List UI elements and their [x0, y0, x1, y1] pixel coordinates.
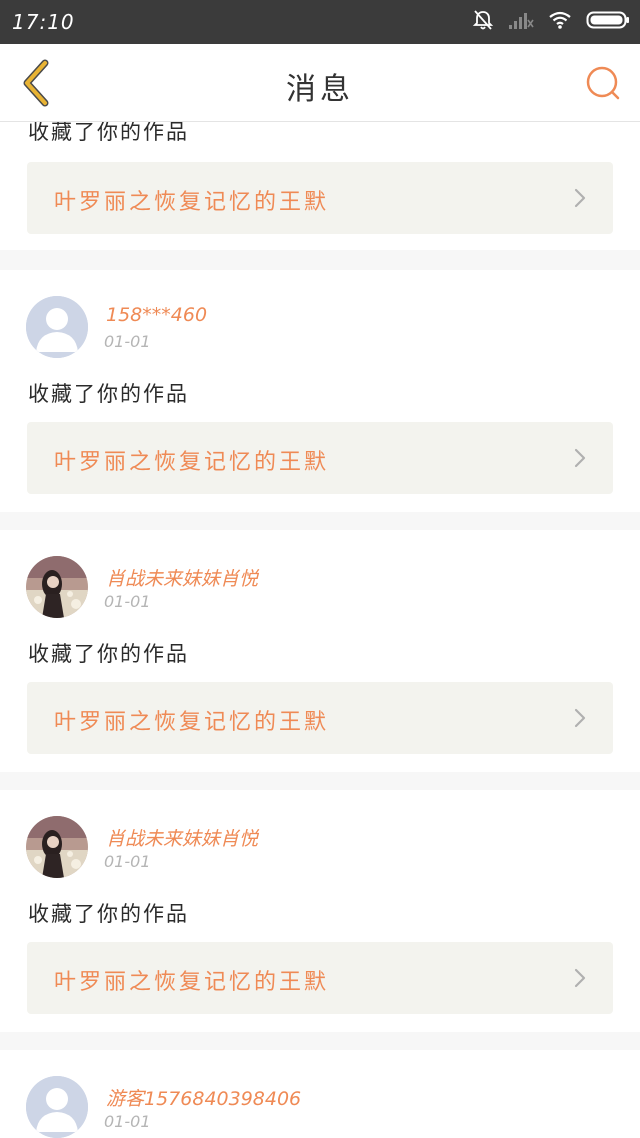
message-date: 01-01 — [104, 592, 151, 611]
status-bar: 17:10 — [0, 0, 640, 44]
default-avatar-icon — [26, 1076, 88, 1138]
message-action-text: 收藏了你的作品 — [28, 382, 189, 406]
user-name[interactable]: 肖战未来妹妹肖悦 — [106, 824, 258, 851]
work-title: 叶罗丽之恢复记忆的王默 — [54, 710, 330, 735]
message-card: 肖战未来妹妹肖悦 01-01 收藏了你的作品 叶罗丽之恢复记忆的王默 — [0, 790, 640, 1032]
message-card: 游客1576840398406 01-01 — [0, 1050, 640, 1138]
bell-muted-icon — [472, 9, 494, 35]
message-list[interactable]: 收藏了你的作品 叶罗丽之恢复记忆的王默 158***460 01-01 收藏了你… — [0, 122, 640, 1138]
message-card: 肖战未来妹妹肖悦 01-01 收藏了你的作品 叶罗丽之恢复记忆的王默 — [0, 530, 640, 772]
avatar[interactable] — [26, 556, 88, 618]
message-card: 收藏了你的作品 叶罗丽之恢复记忆的王默 — [0, 122, 640, 250]
work-link[interactable]: 叶罗丽之恢复记忆的王默 — [27, 942, 613, 1014]
chevron-right-icon — [574, 188, 586, 208]
status-icons — [472, 8, 630, 36]
page-title: 消息 — [286, 72, 354, 107]
user-name[interactable]: 肖战未来妹妹肖悦 — [106, 564, 258, 591]
message-card: 158***460 01-01 收藏了你的作品 叶罗丽之恢复记忆的王默 — [0, 270, 640, 512]
avatar[interactable] — [26, 296, 88, 358]
work-title: 叶罗丽之恢复记忆的王默 — [54, 450, 330, 475]
user-name[interactable]: 158***460 — [106, 304, 207, 326]
battery-icon — [586, 10, 630, 34]
work-title: 叶罗丽之恢复记忆的王默 — [54, 190, 330, 215]
message-date: 01-01 — [104, 332, 151, 351]
work-link[interactable]: 叶罗丽之恢复记忆的王默 — [27, 422, 613, 494]
search-icon — [586, 66, 620, 100]
default-avatar-icon — [26, 296, 88, 358]
work-link[interactable]: 叶罗丽之恢复记忆的王默 — [27, 682, 613, 754]
signal-icon — [508, 9, 534, 35]
user-name[interactable]: 游客1576840398406 — [106, 1084, 301, 1111]
chevron-right-icon — [574, 968, 586, 988]
search-button[interactable] — [582, 62, 626, 106]
avatar[interactable] — [26, 1076, 88, 1138]
message-action-text: 收藏了你的作品 — [28, 902, 189, 926]
work-link[interactable]: 叶罗丽之恢复记忆的王默 — [27, 162, 613, 234]
chevron-right-icon — [574, 708, 586, 728]
message-date: 01-01 — [104, 852, 151, 871]
chevron-right-icon — [574, 448, 586, 468]
status-time: 17:10 — [12, 10, 75, 34]
wifi-icon — [548, 10, 572, 34]
top-navigation-bar: 消息 — [0, 44, 640, 122]
message-date: 01-01 — [104, 1112, 151, 1131]
avatar[interactable] — [26, 816, 88, 878]
work-title: 叶罗丽之恢复记忆的王默 — [54, 970, 330, 995]
photo-avatar-icon — [26, 816, 88, 878]
photo-avatar-icon — [26, 556, 88, 618]
message-action-text: 收藏了你的作品 — [28, 642, 189, 666]
message-action-text: 收藏了你的作品 — [28, 122, 189, 144]
